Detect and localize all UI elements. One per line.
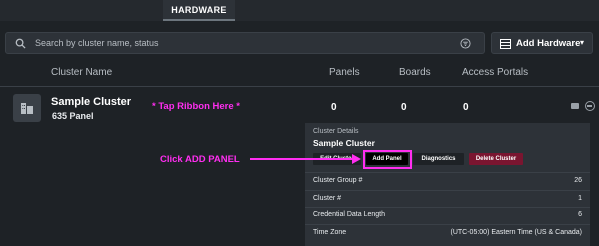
add-panel-highlight bbox=[363, 150, 412, 169]
hardware-icon bbox=[500, 39, 511, 49]
panels-count: 0 bbox=[331, 102, 337, 113]
annotation-arrow bbox=[250, 158, 352, 160]
column-header-cluster-name[interactable]: Cluster Name bbox=[51, 67, 112, 78]
column-header-access-portals[interactable]: Access Portals bbox=[462, 67, 528, 78]
time-zone-value: (UTC-05:00) Eastern Time (US & Canada) bbox=[450, 229, 583, 236]
boards-count: 0 bbox=[401, 102, 407, 113]
column-header-panels[interactable]: Panels bbox=[329, 67, 360, 78]
details-divider bbox=[305, 190, 590, 191]
click-add-panel-annotation: Click ADD PANEL bbox=[160, 154, 240, 165]
search-input[interactable]: Search by cluster name, status bbox=[5, 32, 485, 54]
cluster-subtitle: 635 Panel bbox=[52, 111, 94, 121]
cluster-details-panel: Cluster Details Sample Cluster Edit Clus… bbox=[305, 123, 590, 246]
filter-icon[interactable] bbox=[460, 38, 471, 49]
diagnostics-button[interactable]: Diagnostics bbox=[413, 153, 464, 165]
add-hardware-label: Add Hardware bbox=[516, 38, 581, 49]
column-header-boards[interactable]: Boards bbox=[399, 67, 431, 78]
keyboard-icon[interactable] bbox=[571, 103, 579, 109]
details-header: Cluster Details bbox=[313, 128, 359, 135]
details-divider bbox=[305, 207, 590, 208]
search-placeholder: Search by cluster name, status bbox=[35, 38, 159, 48]
access-portals-count: 0 bbox=[463, 102, 469, 113]
add-hardware-button[interactable]: Add Hardware ▾ bbox=[491, 32, 593, 54]
top-bar: HARDWARE bbox=[0, 0, 599, 21]
tap-ribbon-annotation: * Tap Ribbon Here * bbox=[152, 101, 240, 112]
chevron-down-icon: ▾ bbox=[579, 38, 584, 47]
cluster-group-value: 26 bbox=[574, 177, 582, 184]
credential-length-value: 6 bbox=[578, 211, 582, 218]
details-divider bbox=[305, 172, 590, 173]
details-divider bbox=[305, 224, 590, 225]
cluster-number-value: 1 bbox=[578, 195, 582, 202]
cluster-name[interactable]: Sample Cluster bbox=[51, 96, 131, 108]
cluster-number-label: Cluster # bbox=[313, 195, 342, 202]
cluster-group-label: Cluster Group # bbox=[313, 177, 363, 184]
details-title: Sample Cluster bbox=[313, 138, 375, 148]
credential-length-label: Credential Data Length bbox=[313, 211, 385, 218]
header-divider bbox=[0, 86, 599, 87]
search-icon bbox=[15, 38, 26, 49]
time-zone-label: Time Zone bbox=[313, 229, 347, 236]
tab-hardware[interactable]: HARDWARE bbox=[163, 0, 235, 21]
delete-cluster-button[interactable]: Delete Cluster bbox=[469, 153, 523, 165]
collapse-icon[interactable] bbox=[585, 101, 595, 111]
arrow-head-icon bbox=[352, 154, 361, 164]
cluster-icon bbox=[13, 94, 41, 122]
